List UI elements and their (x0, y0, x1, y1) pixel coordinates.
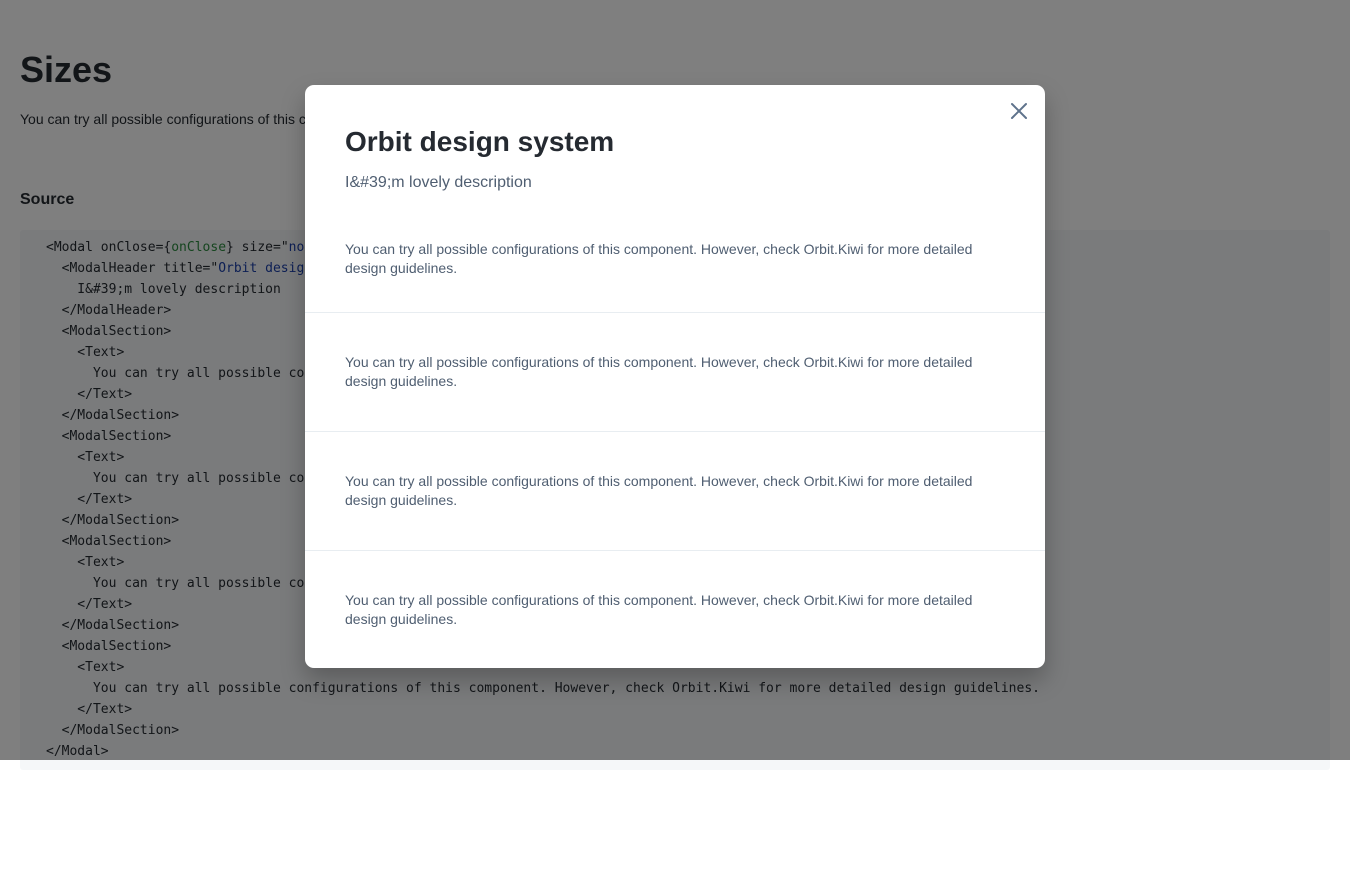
modal-header: Orbit design system I&#39;m lovely descr… (305, 85, 1045, 252)
modal-section-text: You can try all possible configurations … (345, 241, 973, 276)
modal-section: You can try all possible configurations … (305, 312, 1045, 431)
modal-section-text: You can try all possible configurations … (345, 592, 973, 627)
modal-section-text: You can try all possible configurations … (345, 473, 973, 508)
modal-section: You can try all possible configurations … (305, 240, 1045, 312)
modal-section-text: You can try all possible configurations … (345, 354, 973, 389)
modal-title: Orbit design system (345, 126, 615, 157)
modal-section: You can try all possible configurations … (305, 550, 1045, 668)
modal-dialog: Orbit design system I&#39;m lovely descr… (305, 85, 1045, 668)
modal-description: I&#39;m lovely description (345, 174, 532, 191)
modal-section: You can try all possible configurations … (305, 431, 1045, 550)
